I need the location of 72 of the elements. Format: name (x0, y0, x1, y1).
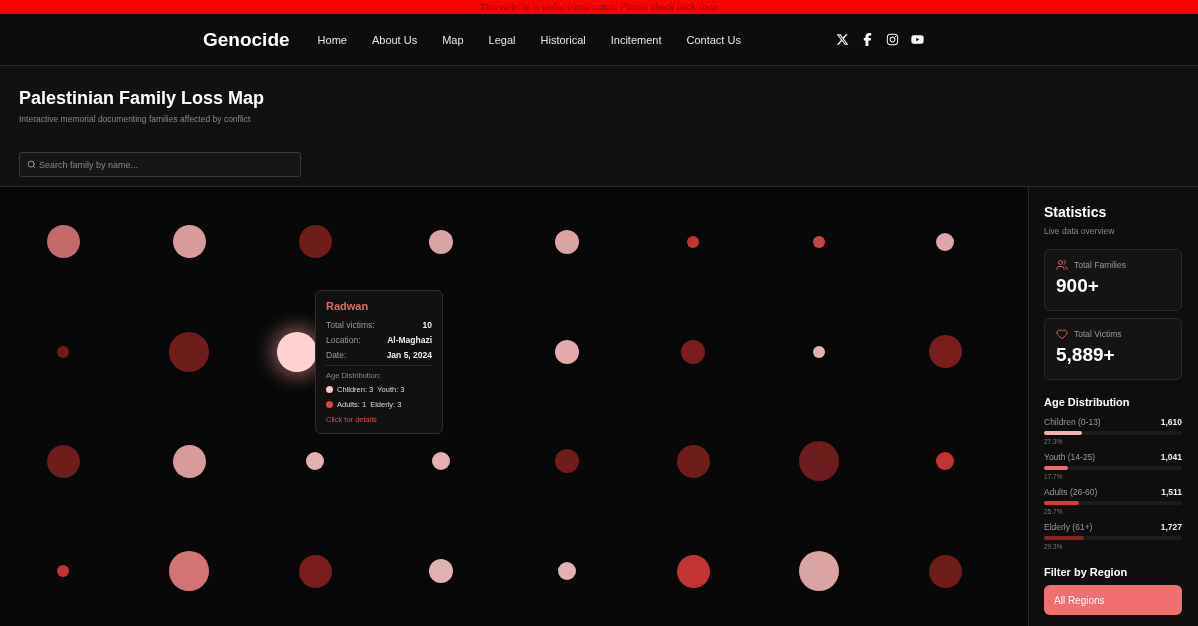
nav-link[interactable]: Legal (488, 33, 516, 46)
people-icon (1056, 259, 1068, 271)
tooltip-value: Al-Maghazi (387, 334, 432, 345)
family-dot[interactable] (169, 551, 209, 592)
page-title: Palestinian Family Loss Map (19, 88, 266, 109)
family-dot[interactable] (555, 339, 579, 364)
age-label: Adults (26-60) (1044, 487, 1098, 497)
family-dot[interactable] (928, 554, 962, 588)
family-dot[interactable] (306, 452, 324, 471)
family-dot[interactable] (298, 554, 332, 588)
family-dot[interactable] (46, 225, 80, 259)
nav-link[interactable]: Contact Us (686, 33, 741, 46)
stat-value: 5,889+ (1056, 344, 1116, 366)
heart-icon (1056, 328, 1068, 340)
family-dot[interactable] (676, 554, 710, 588)
age-label: Elderly (61+) (1044, 522, 1093, 532)
family-dot[interactable] (172, 225, 206, 259)
stat-label: Total Families (1074, 260, 1126, 270)
family-dot[interactable] (681, 339, 705, 364)
age-total: 1,041 (1160, 452, 1182, 462)
family-dot[interactable] (799, 441, 839, 482)
family-dot[interactable] (432, 452, 450, 471)
search-field[interactable]: Search family by name... (19, 152, 301, 177)
search-icon (27, 160, 36, 169)
nav-link[interactable]: Home (317, 33, 347, 46)
nav-link[interactable]: Historical (540, 33, 586, 46)
panel-subtitle: Live data overview (1044, 226, 1116, 236)
family-dot[interactable] (676, 444, 710, 478)
family-dot[interactable] (558, 562, 576, 581)
family-dot[interactable] (555, 229, 579, 254)
tooltip-label: Total victims: (326, 319, 375, 330)
section-title: Filter by Region (1044, 566, 1129, 578)
nav-link[interactable]: About Us (371, 33, 418, 46)
family-dot[interactable] (936, 452, 954, 471)
nav-link[interactable]: Incitement (610, 33, 662, 46)
tooltip-label: Location: (326, 334, 361, 345)
tooltip-value: 10 (422, 319, 432, 330)
family-dot[interactable] (298, 225, 332, 259)
tooltip-value: Jan 5, 2024 (386, 349, 432, 360)
family-dot[interactable] (687, 235, 699, 248)
family-dot[interactable] (813, 345, 825, 358)
site-brand[interactable]: Genocide (203, 28, 290, 51)
stat-value: 900+ (1056, 275, 1100, 297)
family-dot[interactable] (57, 345, 69, 358)
family-dot[interactable] (813, 235, 825, 248)
page-subtitle: Interactive memorial documenting families affected by conflict (19, 114, 252, 124)
age-label: Youth (14-25) (1044, 452, 1096, 462)
tooltip-label: Date: (326, 349, 347, 360)
family-dot[interactable] (57, 565, 69, 578)
panel-title: Statistics (1044, 204, 1108, 220)
family-dot[interactable] (555, 449, 579, 474)
family-dot[interactable] (429, 229, 453, 254)
family-dot[interactable] (429, 559, 453, 584)
family-dot[interactable] (169, 331, 209, 372)
family-dot[interactable] (936, 232, 954, 251)
family-dot[interactable] (172, 444, 206, 478)
age-total: 1,610 (1160, 417, 1182, 427)
section-title: Age Distribution (1044, 396, 1131, 408)
x-logo-icon (835, 33, 849, 46)
family-dot[interactable] (277, 331, 317, 372)
age-total: 1,511 (1161, 487, 1182, 497)
family-name: Radwan (326, 299, 370, 312)
age-label: Children (0-13) (1044, 417, 1101, 427)
youtube-icon (910, 33, 924, 46)
family-dot[interactable] (46, 444, 80, 478)
family-dot[interactable] (928, 335, 962, 369)
stat-label: Total Victims (1074, 329, 1122, 339)
instagram-icon (885, 33, 899, 46)
nav-link[interactable]: Map (442, 33, 464, 46)
age-total: 1,727 (1160, 522, 1182, 532)
banner-text: This website is under construction. Please check back soon (480, 2, 718, 12)
family-dot[interactable] (799, 551, 839, 592)
